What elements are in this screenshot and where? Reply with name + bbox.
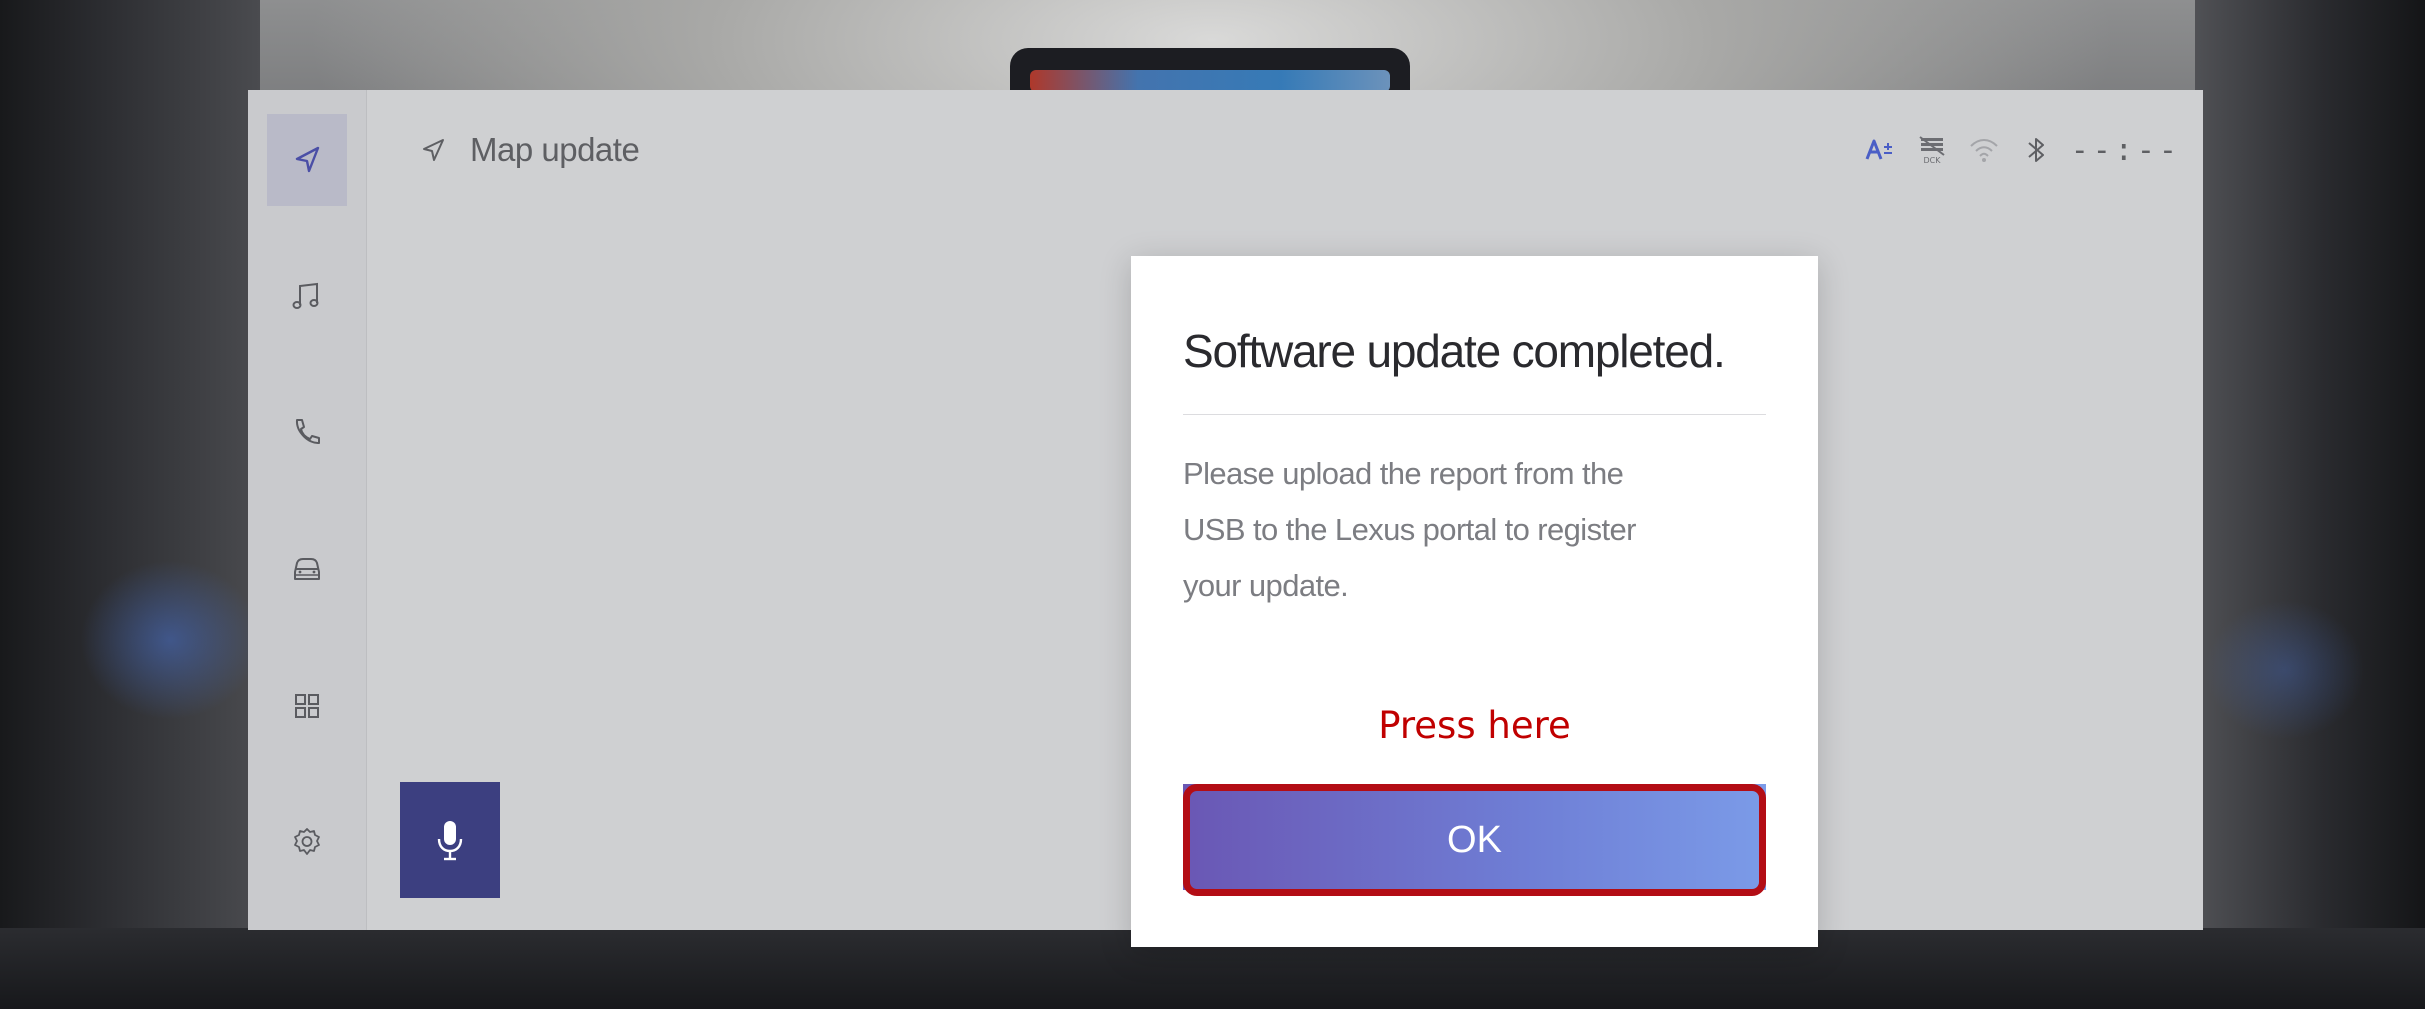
music-icon <box>292 282 319 309</box>
dcm-off-icon: DCK <box>1919 136 1945 165</box>
svg-text:DCK: DCK <box>1923 156 1941 165</box>
ambient-light-left <box>80 560 260 720</box>
apps-grid-icon <box>295 694 319 718</box>
navigation-icon <box>423 139 444 161</box>
left-door-panel <box>0 0 260 1009</box>
clock: --:-- <box>2070 132 2181 168</box>
update-complete-dialog: Software update completed. Please upload… <box>1131 256 1818 947</box>
dialog-title: Software update completed. <box>1183 325 1726 377</box>
status-bar: DCK --:-- <box>1863 130 2181 170</box>
sidebar-item-music[interactable] <box>267 250 347 342</box>
settings-gear-icon <box>294 828 320 855</box>
sidebar-item-vehicle[interactable] <box>267 522 347 614</box>
sidebar-item-phone[interactable] <box>267 386 347 478</box>
text-size-icon <box>1865 139 1892 160</box>
dialog-message: Please upload the report from the USB to… <box>1183 456 1636 603</box>
wifi-icon <box>1969 139 1998 162</box>
sidebar-item-settings[interactable] <box>267 796 347 888</box>
sidebar-item-navigation[interactable] <box>267 114 347 206</box>
press-here-annotation: Press here <box>1378 704 1571 747</box>
page-title: Map update <box>418 130 640 170</box>
voice-command-button[interactable] <box>400 782 500 898</box>
navigation-icon <box>295 146 320 173</box>
sidebar-item-apps[interactable] <box>267 660 347 752</box>
car-icon <box>294 558 320 580</box>
ok-button[interactable]: OK <box>1183 784 1766 896</box>
page-title-text: Map update <box>470 131 640 168</box>
ambient-light-right <box>2205 600 2365 740</box>
phone-icon <box>295 419 320 445</box>
ok-button-label: OK <box>1447 818 1502 861</box>
infotainment-screen: Map update DCK --:-- Software update com… <box>248 90 2203 947</box>
right-door-panel <box>2195 0 2425 1009</box>
dashboard-display-strip <box>1030 70 1390 92</box>
bluetooth-icon <box>2028 138 2044 162</box>
sidebar <box>248 90 367 930</box>
microphone-icon <box>437 821 463 861</box>
dialog-divider <box>1183 414 1766 415</box>
